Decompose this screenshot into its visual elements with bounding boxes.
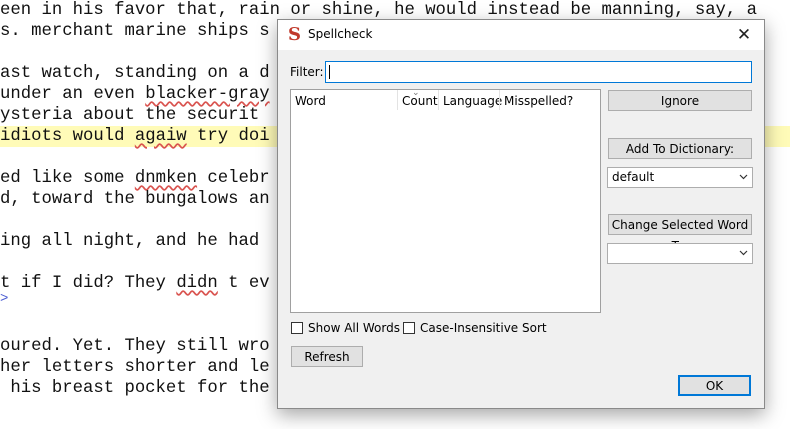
change-selected-word-button[interactable]: Change Selected Word To:	[608, 214, 752, 253]
line-text: her letters shorter and le	[0, 358, 270, 377]
column-divider[interactable]	[499, 90, 500, 110]
filter-input[interactable]	[325, 61, 752, 83]
sort-caret-icon: ⌄	[412, 88, 420, 98]
line-marker: >	[0, 291, 9, 307]
line-text: t ev	[217, 274, 270, 293]
line-text: his breast pocket for the	[0, 379, 270, 398]
case-insensitive-sort-label[interactable]: Case-Insensitive Sort	[420, 321, 547, 335]
line-text: celebr	[197, 169, 270, 188]
line-text: t if I did? They	[0, 274, 177, 293]
line-text: ing all night, and he had	[0, 232, 270, 251]
dialog-titlebar[interactable]: S Spellcheck ✕	[278, 20, 764, 50]
line-text: idiots would	[0, 127, 135, 146]
column-header-misspelled[interactable]: Misspelled?	[504, 94, 573, 108]
spellcheck-dialog: S Spellcheck ✕ Filter: Word Count ⌄ Lang…	[277, 19, 765, 409]
case-insensitive-sort-checkbox[interactable]	[403, 322, 415, 334]
misspelled-word: blacker-gray	[145, 85, 270, 104]
column-header-word[interactable]: Word	[295, 94, 326, 108]
misspelled-word: didn	[176, 274, 218, 293]
misspelled-word: agaiw	[134, 127, 187, 146]
add-to-dictionary-button[interactable]: Add To Dictionary:	[608, 138, 752, 159]
editor-line: under an even blacker-gray	[0, 84, 270, 105]
line-text: s. merchant marine ships s	[0, 22, 270, 41]
column-divider[interactable]	[438, 90, 439, 110]
line-text: ed like some	[0, 169, 135, 188]
show-all-words-label[interactable]: Show All Words	[308, 321, 400, 335]
app-logo-icon: S	[288, 24, 301, 45]
text-caret	[329, 65, 330, 79]
dictionary-select[interactable]: default	[607, 167, 753, 188]
line-text: ast watch, standing on a d	[0, 64, 270, 83]
dictionary-select-value: default	[612, 170, 655, 184]
dialog-title: Spellcheck	[308, 27, 373, 41]
replacement-select[interactable]	[607, 243, 753, 264]
chevron-down-icon	[739, 174, 748, 180]
line-text: d, toward the bungalows an	[0, 190, 270, 209]
word-list[interactable]: Word Count ⌄ Language Misspelled?	[290, 88, 601, 313]
column-divider[interactable]	[397, 90, 398, 110]
editor-line: s. merchant marine ships s	[0, 21, 270, 42]
show-all-words-checkbox[interactable]	[291, 322, 303, 334]
column-header-count[interactable]: Count	[402, 94, 438, 108]
line-text: try doi	[186, 127, 270, 146]
filter-label: Filter:	[290, 65, 324, 79]
misspelled-word: dnmken	[134, 169, 198, 188]
editor-line: een in his favor that, rain or shine, he…	[0, 0, 757, 21]
column-header-language[interactable]: Language	[443, 94, 502, 108]
ignore-button[interactable]: Ignore	[608, 90, 752, 111]
line-text: oured. Yet. They still wro	[0, 337, 270, 356]
close-icon[interactable]: ✕	[730, 22, 758, 48]
refresh-button[interactable]: Refresh	[291, 346, 363, 367]
ok-button[interactable]: OK	[678, 375, 751, 396]
line-text: een in his favor that, rain or shine, he…	[0, 1, 758, 20]
chevron-down-icon	[739, 250, 748, 256]
line-text: ysteria about the securit	[0, 106, 260, 125]
editor-line: her letters shorter and le	[0, 357, 270, 378]
line-text: under an even	[0, 85, 146, 104]
